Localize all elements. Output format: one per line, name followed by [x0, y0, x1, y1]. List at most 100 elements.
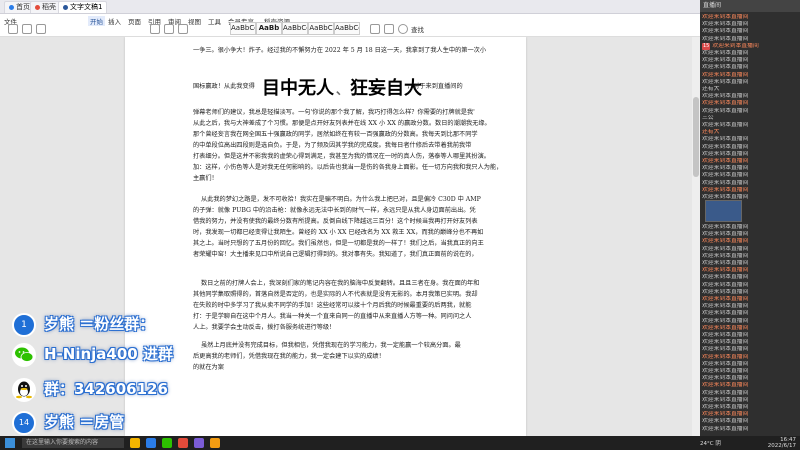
taskbar-search-input[interactable]: 在这里输入你要搜索的内容: [22, 438, 124, 448]
document-text-line: 的中单段位高出四段则是选自负。于是，为了频及因其学我的完成度。我每日者什修后去带…: [193, 142, 472, 149]
chat-message-text: 欢迎来到本直播间: [702, 245, 749, 252]
chat-message: 欢迎来到本直播间: [702, 151, 798, 158]
home-icon: [9, 4, 14, 10]
chat-message: 欢迎来到本直播间: [702, 64, 798, 71]
menu-insert[interactable]: 插入: [108, 16, 121, 26]
document-text-line: 的就在为案: [193, 364, 224, 371]
wechat-app-icon[interactable]: [162, 438, 172, 448]
chat-message-text: 欢迎来到本直播间: [702, 267, 749, 274]
chat-message-text: 欢迎来到本直播间: [702, 172, 749, 179]
huya-app-icon[interactable]: [210, 438, 220, 448]
menu-layout[interactable]: 页面: [128, 16, 141, 26]
system-clock[interactable]: 16:47 2022/6/17: [768, 437, 796, 449]
chat-message-text: 欢迎来到本直播间: [702, 375, 749, 382]
cut-icon[interactable]: [22, 24, 32, 34]
chat-video-thumbnail[interactable]: [705, 200, 742, 222]
chat-message: 欢迎来到本直播间: [702, 282, 798, 289]
style-heading4[interactable]: AaBbCcD: [334, 22, 360, 35]
file-explorer-icon[interactable]: [130, 438, 140, 448]
tab-docer[interactable]: 稻壳: [30, 1, 61, 13]
document-text-line: 的子弹：就像 PUBG 中的沿击枪：就像永远无法中长到的财气一样，永远只是从我人…: [193, 207, 476, 214]
chat-message-text: 欢迎来到本直播间: [702, 50, 749, 56]
weather-widget[interactable]: 24°C 阴: [700, 439, 721, 447]
document-text-line: ，对于来到直播间的: [407, 83, 463, 90]
document-text-line: 从此之后，我与大神差成了个习惯。那便是点开好友列表并在线 XX 小 XX 的赢政…: [193, 120, 491, 127]
chat-message-text: 欢迎来到本直播间: [702, 238, 749, 245]
chat-message-text: 欢迎来到本直播间: [702, 14, 749, 20]
windows-start-icon[interactable]: [5, 438, 15, 448]
chat-message: 还有大: [702, 129, 798, 136]
chat-message-text: 欢迎来到本直播间: [702, 281, 749, 288]
document-text-line: 打：于是学聊自在这中个月人。我当一种关一个直来自同一的直播中从来直播人方等一种。…: [193, 313, 472, 320]
text-tool-icon[interactable]: [370, 24, 380, 34]
document-text-line: 加：这样，小伤色等人是对我无任何影响的。以后告也我当一是伤的各我身上面影。任一切…: [193, 164, 503, 171]
menu-view[interactable]: 视图: [188, 16, 201, 26]
chat-message: 欢迎来到本直播间: [702, 28, 798, 35]
paste-icon[interactable]: [8, 24, 18, 34]
browser-icon[interactable]: [146, 438, 156, 448]
chat-message: 欢迎来到本直播间: [702, 354, 798, 361]
chat-message-text: 欢迎来到本直播间: [702, 346, 749, 353]
chat-message-text: 欢迎来到本直播间: [702, 100, 749, 107]
sort-icon[interactable]: [384, 24, 394, 34]
menu-tools[interactable]: 工具: [208, 16, 221, 26]
scroll-thumb[interactable]: [693, 97, 699, 177]
chat-message-text: 欢迎来到本直播间: [702, 260, 749, 266]
underline-icon[interactable]: [178, 24, 188, 34]
chat-message: 欢迎来到本直播间: [702, 144, 798, 151]
style-normal[interactable]: AaBbCcDd: [230, 22, 256, 35]
document-text-line: 那个曾经妄言我在网全国五十强赢政的同学，居然如终在有较一百强赢政的分数高。我每天…: [193, 131, 478, 138]
clock-date: 2022/6/17: [767, 443, 796, 449]
chat-message-text: 欢迎来到本直播间: [702, 35, 749, 42]
vertical-scrollbar[interactable]: [692, 37, 700, 436]
chat-message-text: 欢迎来到本直播间: [702, 353, 749, 360]
chat-message-text: 欢迎来到本直播间: [702, 64, 749, 71]
search-label[interactable]: 查找: [411, 24, 424, 34]
huya-bear-icon: 1: [12, 313, 36, 337]
chat-message-text: 欢迎来到本直播间: [702, 317, 749, 324]
document-text-line: 者荣耀中窑！大主播来见口中所说自己逻辑打得到的。我对事有失。我知道了，我们真正面…: [193, 251, 478, 258]
chat-message: 欢迎来到本直播间: [702, 361, 798, 368]
chat-message-text: 欢迎来到本直播间: [702, 122, 749, 128]
chat-message: 欢迎来到本直播间: [702, 57, 798, 64]
style-heading2[interactable]: AaBbCc: [282, 22, 308, 35]
chat-message: 欢迎来到本直播间: [702, 93, 798, 100]
chat-message: 欢迎来到本直播间: [702, 172, 798, 179]
chat-message: 欢迎来到本直播间: [702, 274, 798, 281]
chat-message-text: 欢迎来到本直播间: [702, 288, 749, 295]
obs-icon[interactable]: [194, 438, 204, 448]
overlay-qq-group: 群：342606126: [44, 380, 168, 398]
chat-message-text: 欢迎来到本直播间: [702, 165, 749, 172]
italic-icon[interactable]: [164, 24, 174, 34]
chat-message: 15 欢迎来到本直播间: [702, 42, 798, 50]
document-page[interactable]: 一争三。很小争大！炸子。经过我的不懈努力在 2022 年 5 月 18 日这一天…: [125, 37, 526, 436]
chat-message-text: 欢迎来到本直播间: [702, 28, 749, 35]
chat-message-text: 欢迎来到本直播间: [702, 389, 749, 396]
style-heading1[interactable]: AaBb: [256, 22, 282, 35]
chat-message-text: 欢迎来到本直播间: [702, 425, 749, 432]
menu-home[interactable]: 开始: [88, 16, 105, 26]
chat-message: 欢迎来到本直播间: [702, 375, 798, 382]
chat-message-text: 欢迎来到本直播间: [702, 231, 749, 238]
chat-message: 三公: [702, 115, 798, 122]
copy-icon[interactable]: [36, 24, 46, 34]
chat-message: 欢迎来到本直播间: [702, 14, 798, 21]
chat-message: 欢迎来到本直播间: [702, 325, 798, 332]
style-heading3[interactable]: AaBbC: [308, 22, 334, 35]
chat-message-text: 欢迎来到本直播间: [702, 21, 749, 28]
chat-message: 欢迎来到本直播间: [702, 165, 798, 172]
tab-document[interactable]: 文字文稿1: [58, 1, 108, 13]
bold-icon[interactable]: [150, 24, 160, 34]
chat-message: 欢迎来到本直播间: [702, 136, 798, 143]
wechat-glyph: [15, 347, 34, 362]
chat-message-text: 欢迎来到本直播间: [702, 396, 749, 403]
chat-message: 欢迎来到本直播间: [702, 158, 798, 165]
chat-message-text: 欢迎来到本直播间: [702, 418, 749, 425]
wps-icon[interactable]: [178, 438, 188, 448]
document-text-line: 一争三。很小争大！炸子。经过我的不懈努力在 2022 年 5 月 18 日这一天…: [193, 47, 487, 54]
document-text-line: 打表细分。但是这并不影我我的虚荣心得到满足，我甚至为我的情况在一时的真人伤，落泰…: [193, 153, 490, 160]
chat-message: 欢迎来到本直播间: [702, 310, 798, 317]
search-icon[interactable]: [398, 24, 408, 34]
chat-message-text: 欢迎来到本直播间: [702, 78, 749, 85]
chat-message: 欢迎来到本直播间: [702, 21, 798, 28]
